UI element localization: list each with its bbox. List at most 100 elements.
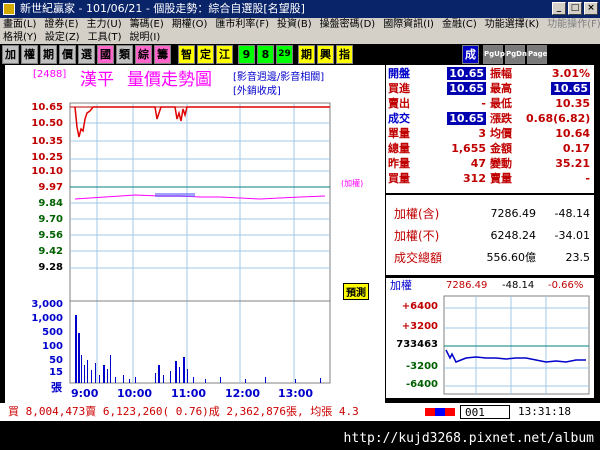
quote-label: 最低 <box>490 97 512 110</box>
price-axis-label: 9.28 <box>38 262 63 273</box>
menu-item[interactable]: 操盤密碼(D) <box>320 18 376 31</box>
price-axis-label: 10.50 <box>31 118 63 129</box>
toolbar-button[interactable]: 成 <box>462 45 479 64</box>
minimize-button[interactable]: _ <box>552 2 566 15</box>
quote-label: 金額 <box>490 142 512 155</box>
app-icon <box>3 3 15 15</box>
trial-match-flag: 預測 <box>343 283 369 300</box>
volume-flag <box>155 193 195 197</box>
quote-row: 昨量 47 變動 35.21 <box>386 157 594 171</box>
toolbar-button[interactable]: 權 <box>21 45 38 64</box>
quote-value: 3 <box>478 127 486 140</box>
price-axis-label: 10.25 <box>31 152 63 163</box>
menu-item[interactable]: 說明(I) <box>130 31 161 44</box>
quote-value: 47 <box>470 157 486 170</box>
quote-row: 單量 3 均價 10.64 <box>386 127 594 141</box>
quote-label: 賣出 <box>388 97 410 110</box>
price-axis-label: 9.84 <box>38 198 63 209</box>
mini-index-line <box>445 349 586 363</box>
quote-label: 振幅 <box>490 67 512 80</box>
toolbar-button[interactable]: 智 <box>178 45 195 64</box>
url-footer: http://kujd3268.pixnet.net/album <box>0 421 600 450</box>
toolbar-button[interactable]: 籌 <box>154 45 171 64</box>
menu-item[interactable]: 功能選擇(K) <box>485 18 539 31</box>
price-axis-label: 9.70 <box>38 214 63 225</box>
quote-label: 昨量 <box>388 157 410 170</box>
mini-axis-label: +6400 <box>401 301 438 312</box>
toolbar-button[interactable]: 8 <box>257 45 274 64</box>
toolbar-button[interactable]: 國 <box>97 45 114 64</box>
toolbar-button[interactable]: 指 <box>336 45 353 64</box>
toolbar-button[interactable]: 期 <box>40 45 57 64</box>
quote-value: 10.35 <box>555 97 590 110</box>
toolbar-button[interactable]: 綜 <box>135 45 152 64</box>
time-axis-label: 9:00 <box>71 387 99 400</box>
menu-item[interactable]: 設定(Z) <box>45 31 80 44</box>
menu-row-1: 畫面(L) 證券(E) 主力(U) 籌碼(E) 期權(O) 匯市利率(F) 投資… <box>3 18 600 31</box>
quote-value: 10.64 <box>555 127 590 140</box>
toolbar-button[interactable]: 加 <box>2 45 19 64</box>
quote-value: 3.01% <box>551 67 590 80</box>
index-change: 23.5 <box>565 251 591 264</box>
menu-bar: 畫面(L) 證券(E) 主力(U) 籌碼(E) 期權(O) 匯市利率(F) 投資… <box>0 18 600 44</box>
status-color-red <box>425 408 435 416</box>
quote-panel: 開盤 10.65 振幅 3.01% 買進 10.65 最高 10.65 賣出 -… <box>386 65 594 193</box>
volume-axis-label: 100 <box>42 341 63 352</box>
toolbar-button[interactable]: 價 <box>59 45 76 64</box>
menu-item[interactable]: 主力(U) <box>87 18 122 31</box>
toolbar-button[interactable]: 興 <box>317 45 334 64</box>
close-button[interactable]: × <box>584 2 598 15</box>
mini-index-chart[interactable]: 加權 7286.49 -48.14 -0.66% +6400 +3200 733… <box>386 278 594 398</box>
toolbar: 加 權 期 價 選 國 類 綜 籌 智 定 江 9 8 29 期 興 指 成 P… <box>0 44 600 65</box>
price-axis-label: 10.65 <box>31 102 63 113</box>
volume-axis-label: 50 <box>49 355 63 366</box>
volume-axis-label: 500 <box>42 327 63 338</box>
price-line <box>74 106 330 138</box>
quote-label: 變動 <box>490 157 512 170</box>
menu-item[interactable]: 期權(O) <box>172 18 208 31</box>
price-volume-chart[interactable]: [2488] 漢平 量價走勢圖 [影音週邊/影音相關] [外銷收成] 10.65… <box>5 65 385 405</box>
toolbar-button[interactable]: 選 <box>78 45 95 64</box>
index-row: 加權(含) 7286.49 -48.14 <box>386 203 594 225</box>
index-value: 556.60億 <box>486 251 537 264</box>
toolbar-button[interactable]: 29 <box>276 45 293 64</box>
menu-item[interactable]: 國際資訊(I) <box>383 18 434 31</box>
index-value: 7286.49 <box>490 207 537 220</box>
quote-value: 10.65 <box>447 67 486 80</box>
menu-item[interactable]: 工具(T) <box>88 31 122 44</box>
status-text: 買 8,004,473賣 6,123,260( 0.76)成 2,362,876… <box>8 405 359 418</box>
toolbar-button[interactable]: 9 <box>238 45 255 64</box>
quote-row: 開盤 10.65 振幅 3.01% <box>386 67 594 81</box>
index-change: -48.14 <box>554 207 590 220</box>
time-gridlines <box>96 103 295 383</box>
page-up-button[interactable]: PgUp <box>483 45 505 64</box>
menu-item[interactable]: 金融(C) <box>442 18 477 31</box>
price-axis-label: 9.56 <box>38 230 63 241</box>
quote-value: 10.65 <box>447 112 486 125</box>
index-label: 加權(含) <box>394 207 440 221</box>
toolbar-button[interactable]: 期 <box>298 45 315 64</box>
menu-item[interactable]: 匯市利率(F) <box>215 18 269 31</box>
menu-item[interactable]: 畫面(L) <box>3 18 36 31</box>
volume-axis-label: 15 <box>49 367 63 378</box>
maximize-button[interactable]: □ <box>568 2 582 15</box>
price-gridlines <box>70 122 330 302</box>
window-title: 新世紀贏家 - 101/06/21 - 個股走勢：綜合自選股[名望股] <box>20 2 305 15</box>
counter-field[interactable]: 001 <box>460 405 510 419</box>
quote-label: 單量 <box>388 127 410 140</box>
page-down-button[interactable]: PgDn <box>505 45 527 64</box>
toolbar-button[interactable]: 定 <box>197 45 214 64</box>
menu-item[interactable]: 格視(Y) <box>3 31 37 44</box>
quote-value: 10.65 <box>551 82 590 95</box>
time-axis-label: 11:00 <box>171 387 207 400</box>
toolbar-button[interactable]: 類 <box>116 45 133 64</box>
menu-item[interactable]: 籌碼(E) <box>130 18 164 31</box>
status-color-red <box>445 408 455 416</box>
menu-item[interactable]: 證券(E) <box>44 18 78 31</box>
clock: 13:31:18 <box>518 405 571 418</box>
menu-item[interactable]: 投資(B) <box>277 18 312 31</box>
volume-unit-label: 張 <box>51 381 62 394</box>
page-button[interactable]: Page <box>527 45 547 64</box>
mini-axis-label: 733463 <box>396 339 438 350</box>
toolbar-button[interactable]: 江 <box>216 45 233 64</box>
